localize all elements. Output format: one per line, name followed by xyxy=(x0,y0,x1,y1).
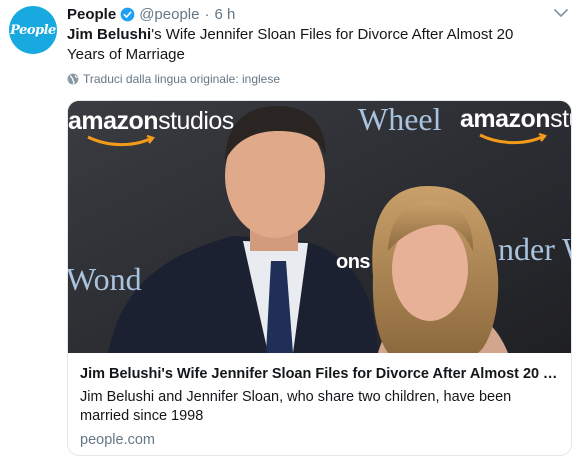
backdrop-amazon-word-2: amazon xyxy=(460,105,551,133)
chevron-down-icon[interactable] xyxy=(554,8,568,18)
avatar-logo-text: People xyxy=(10,22,56,38)
tweet: People People @people · 6 h Jim Belushi'… xyxy=(0,0,580,463)
verified-badge-icon xyxy=(120,7,135,21)
card-image: amazonstudios Wheel amazonstudi nder Wh … xyxy=(68,101,571,353)
backdrop-ons: ons xyxy=(336,251,371,273)
globe-icon xyxy=(67,73,79,85)
backdrop-wheel-1: Wheel xyxy=(358,101,442,137)
author-handle[interactable]: @people xyxy=(139,6,199,23)
backdrop-amazon-word: amazon xyxy=(68,107,159,135)
backdrop-amazon-logo-1: amazonstudios xyxy=(68,107,234,136)
avatar[interactable]: People xyxy=(9,6,57,54)
author-name[interactable]: People xyxy=(67,6,116,23)
card-domain: people.com xyxy=(80,432,155,448)
card-body: Jim Belushi's Wife Jennifer Sloan Files … xyxy=(68,353,571,450)
amazon-smile-logo xyxy=(87,135,156,147)
backdrop-studios-word-2: studi xyxy=(550,105,571,133)
backdrop-wonder: Wond xyxy=(68,261,142,297)
header-separator: · xyxy=(204,5,210,23)
backdrop-studios-word: studios xyxy=(158,107,234,135)
tweet-timestamp[interactable]: 6 h xyxy=(214,6,235,23)
backdrop-wheel-2: nder Wh xyxy=(498,231,571,267)
tweet-header: People @people · 6 h xyxy=(67,4,235,24)
card-description: Jim Belushi and Jennifer Sloan, who shar… xyxy=(80,389,512,424)
tweet-text-bold-name: Jim Belushi xyxy=(67,26,152,43)
amazon-smile-logo-2 xyxy=(479,133,548,145)
translate-link-label: Traduci dalla lingua originale: inglese xyxy=(83,72,281,86)
card-title: Jim Belushi's Wife Jennifer Sloan Files … xyxy=(80,366,559,382)
backdrop-amazon-logo-2: amazonstudi xyxy=(460,105,571,134)
tweet-text: Jim Belushi's Wife Jennifer Sloan Files … xyxy=(67,25,552,65)
link-card[interactable]: amazonstudios Wheel amazonstudi nder Wh … xyxy=(67,100,572,456)
translate-link[interactable]: Traduci dalla lingua originale: inglese xyxy=(67,72,280,86)
